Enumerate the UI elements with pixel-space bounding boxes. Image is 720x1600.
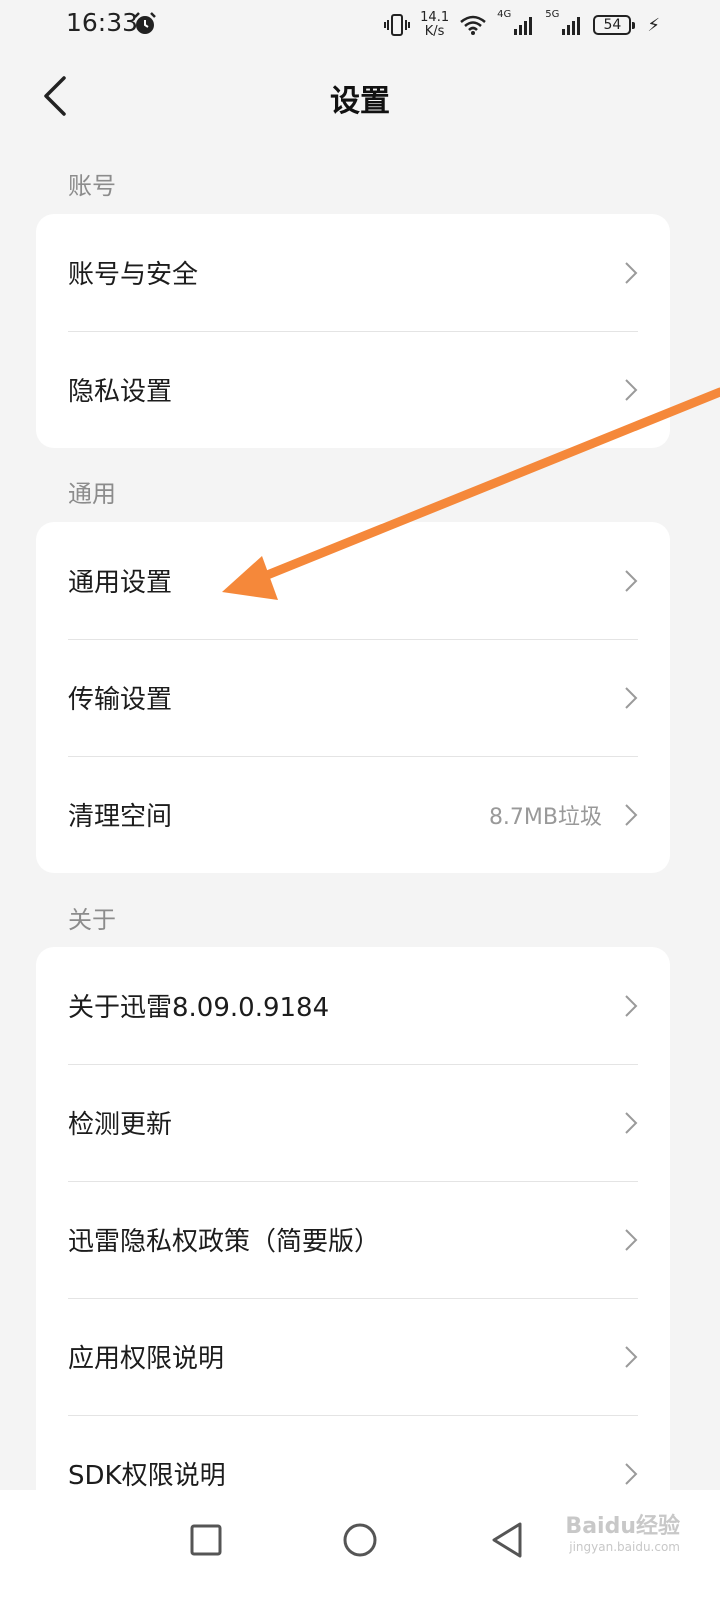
status-bar: 16:33 14.1 K/s 4G 5G 54 ⚡ (0, 0, 720, 50)
network-type-1: 4G (497, 9, 512, 20)
about-card: 关于迅雷8.09.0.9184 检测更新 迅雷隐私权政策（简要版） 应用权限说明… (36, 947, 670, 1507)
settings-item-label: 应用权限说明 (68, 1344, 225, 1374)
settings-item-label: 账号与安全 (68, 260, 199, 290)
battery-level: 54 (603, 17, 622, 33)
signal-icon-1 (514, 17, 533, 35)
settings-item-privacy-policy[interactable]: 迅雷隐私权政策（简要版） (36, 1181, 670, 1298)
recent-apps-button[interactable] (176, 1510, 236, 1570)
settings-item-privacy[interactable]: 隐私设置 (36, 331, 670, 448)
account-card: 账号与安全 隐私设置 (36, 214, 670, 448)
status-indicators: 14.1 K/s 4G 5G 54 ⚡ (384, 9, 660, 41)
settings-item-label: 检测更新 (68, 1110, 173, 1140)
settings-item-label: 通用设置 (68, 568, 173, 598)
settings-item-label: 清理空间 (68, 802, 173, 832)
settings-item-label: 关于迅雷8.09.0.9184 (68, 993, 330, 1023)
settings-item-label: 传输设置 (68, 685, 173, 715)
chevron-right-icon (625, 1228, 638, 1251)
page-title: 设置 (330, 84, 390, 119)
settings-item-account-security[interactable]: 账号与安全 (36, 214, 670, 331)
settings-item-about-version[interactable]: 关于迅雷8.09.0.9184 (36, 947, 670, 1064)
settings-item-label: 隐私设置 (68, 377, 173, 407)
chevron-right-icon (625, 1345, 638, 1368)
wifi-icon (460, 15, 486, 35)
watermark: Baidu经验 (565, 1514, 680, 1539)
charging-icon: ⚡ (647, 14, 660, 36)
signal-icon-2 (562, 17, 581, 35)
home-button[interactable] (330, 1510, 390, 1570)
chevron-right-icon (625, 994, 638, 1017)
header: 设置 (0, 60, 720, 130)
section-label-about: 关于 (68, 906, 116, 934)
speed-unit: K/s (424, 24, 445, 39)
settings-item-general[interactable]: 通用设置 (36, 522, 670, 639)
network-speed: 14.1 K/s (420, 11, 449, 39)
general-card: 通用设置 传输设置 清理空间 8.7MB垃圾 (36, 522, 670, 873)
network-type-2: 5G (545, 9, 560, 20)
chevron-right-icon (625, 569, 638, 592)
vibrate-icon (384, 14, 411, 36)
settings-item-label: SDK权限说明 (68, 1461, 226, 1491)
chevron-right-icon (625, 1111, 638, 1134)
chevron-right-icon (625, 803, 638, 826)
settings-item-check-update[interactable]: 检测更新 (36, 1064, 670, 1181)
junk-size-value: 8.7MB垃圾 (488, 804, 602, 830)
settings-item-transfer[interactable]: 传输设置 (36, 639, 670, 756)
alarm-icon (134, 12, 156, 34)
back-nav-button[interactable] (480, 1510, 540, 1570)
chevron-right-icon (625, 261, 638, 284)
settings-item-label: 迅雷隐私权政策（简要版） (68, 1227, 381, 1257)
chevron-right-icon (625, 686, 638, 709)
status-time: 16:33 (66, 8, 139, 37)
battery-icon: 54 (593, 15, 636, 35)
speed-value: 14.1 (420, 10, 450, 25)
chevron-right-icon (625, 1462, 638, 1485)
settings-item-clean-space[interactable]: 清理空间 8.7MB垃圾 (36, 756, 670, 873)
section-label-general: 通用 (68, 480, 116, 508)
chevron-right-icon (625, 378, 638, 401)
settings-item-app-permissions[interactable]: 应用权限说明 (36, 1298, 670, 1415)
section-label-account: 账号 (68, 172, 116, 200)
watermark-url: jingyan.baidu.com (569, 1540, 680, 1554)
